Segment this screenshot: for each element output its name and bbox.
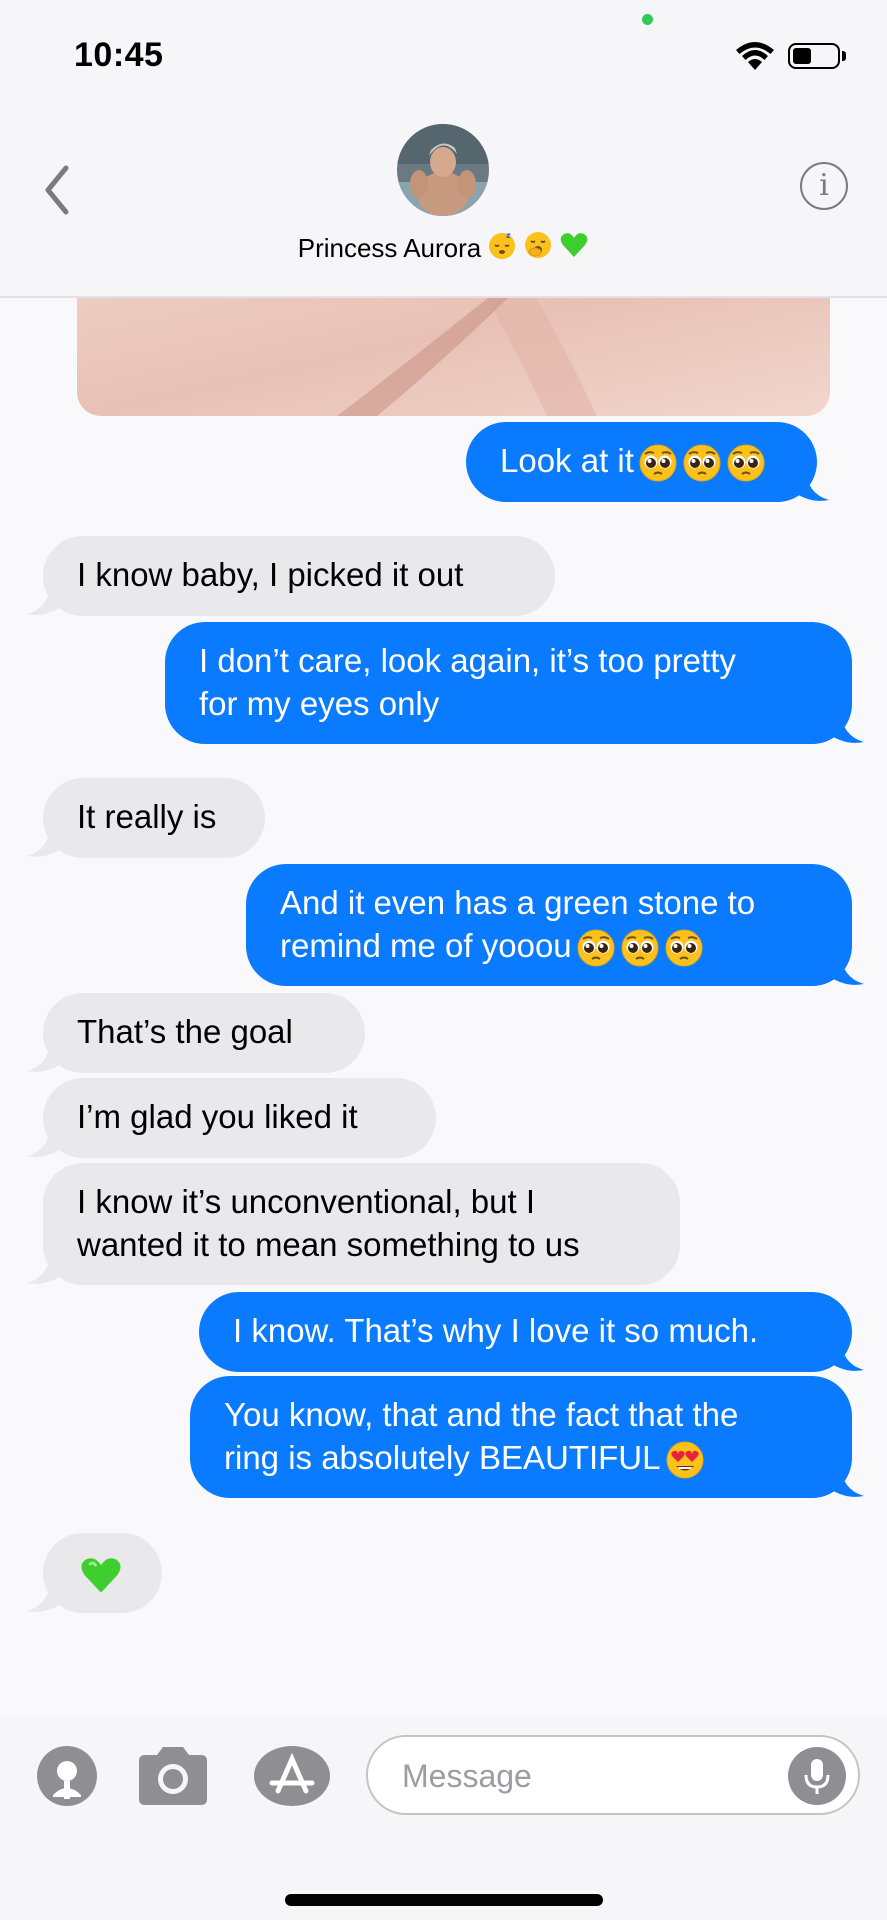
bubble-tail [826,710,864,743]
home-indicator [285,1894,603,1906]
chevron-left-icon [45,165,69,215]
back-button[interactable] [38,160,78,220]
bubble-tail [826,1338,864,1371]
message-field[interactable] [366,1735,860,1815]
pleading-face-emoji-icon [726,443,766,483]
camera-icon [139,1747,207,1805]
bubble-tail [27,1251,65,1284]
bubble-tail [791,468,829,501]
contact-name: Princess Aurora [297,233,482,263]
wifi-icon [734,40,776,77]
received-message-bubble[interactable]: I’m glad you liked it [43,1078,436,1158]
info-icon: i [819,168,829,203]
message-text: That’s the goal [77,1013,293,1050]
bubble-tail [826,1464,864,1497]
message-input[interactable] [400,1737,784,1815]
pleading-face-emoji-icon [576,928,616,968]
message-text: Look at it [500,442,634,479]
message-text: And it even has a green stone to [280,884,756,921]
received-message-bubble[interactable]: That’s the goal [43,993,365,1073]
app-store-icon [254,1746,330,1806]
message-text: for my eyes only [199,685,440,722]
sent-message-bubble[interactable]: Look at it [466,422,817,502]
message-text: You know, that and the fact that the [224,1396,739,1433]
svg-text:z: z [506,231,511,240]
heart-eyes-face-emoji-icon [665,1440,705,1480]
sent-message-bubble[interactable]: I don’t care, look again, it’s too prett… [165,622,852,744]
battery-icon [788,43,840,69]
conversation-header: Princess Aurora z i [0,110,887,298]
message-text: I don’t care, look again, it’s too prett… [199,642,736,679]
sleeping-face-emoji-icon: z [487,230,517,267]
message-text: I know. That’s why I love it so much. [233,1312,759,1349]
message-text: I know it’s unconventional, but I [77,1183,536,1220]
received-message-bubble[interactable]: I know it’s unconventional, but I wanted … [43,1163,680,1285]
message-text: wanted it to mean something to us [77,1226,580,1263]
status-bar: 10:45 [0,0,887,110]
bubble-tail [27,1039,65,1072]
sent-message-bubble[interactable]: And it even has a green stone to remind m… [246,864,852,986]
pleading-face-emoji-icon [620,928,660,968]
battery-tip [842,51,846,61]
microphone-icon [804,1759,830,1794]
received-message-bubble[interactable]: It really is [43,778,265,858]
message-text: ring is absolutely BEAUTIFUL [224,1439,661,1476]
pleading-face-emoji-icon [664,928,704,968]
bubble-tail [826,952,864,985]
compose-bar [0,1715,887,1920]
dictation-button[interactable] [788,1747,846,1805]
status-time: 10:45 [74,36,164,74]
pleading-face-emoji-icon [682,443,722,483]
message-text: remind me of yooou [280,927,572,964]
bubble-tail [27,1579,65,1612]
sent-message-bubble[interactable]: I know. That’s why I love it so much. [199,1292,852,1372]
person-icon [37,1746,97,1806]
contact-card-button[interactable] [36,1745,98,1812]
message-text: It really is [77,798,217,835]
bubble-tail [27,824,65,857]
contact-name-row[interactable]: Princess Aurora z [0,230,887,267]
contact-avatar[interactable] [397,124,489,216]
green-heart-emoji-icon [559,230,589,267]
app-store-button[interactable] [252,1745,332,1812]
sent-message-bubble[interactable]: You know, that and the fact that the ring… [190,1376,852,1498]
bubble-tail [27,1124,65,1157]
camera-button[interactable] [135,1745,211,1812]
message-text: I know baby, I picked it out [77,556,464,593]
received-message-bubble[interactable]: I know baby, I picked it out [43,536,555,616]
yawning-face-emoji-icon [523,230,553,267]
battery-level [793,48,811,64]
green-heart-emoji-icon [79,1553,123,1597]
message-text: I’m glad you liked it [77,1098,358,1135]
pleading-face-emoji-icon [638,443,678,483]
info-button[interactable]: i [800,162,848,210]
camera-indicator-dot [642,14,653,25]
bubble-tail [27,582,65,615]
